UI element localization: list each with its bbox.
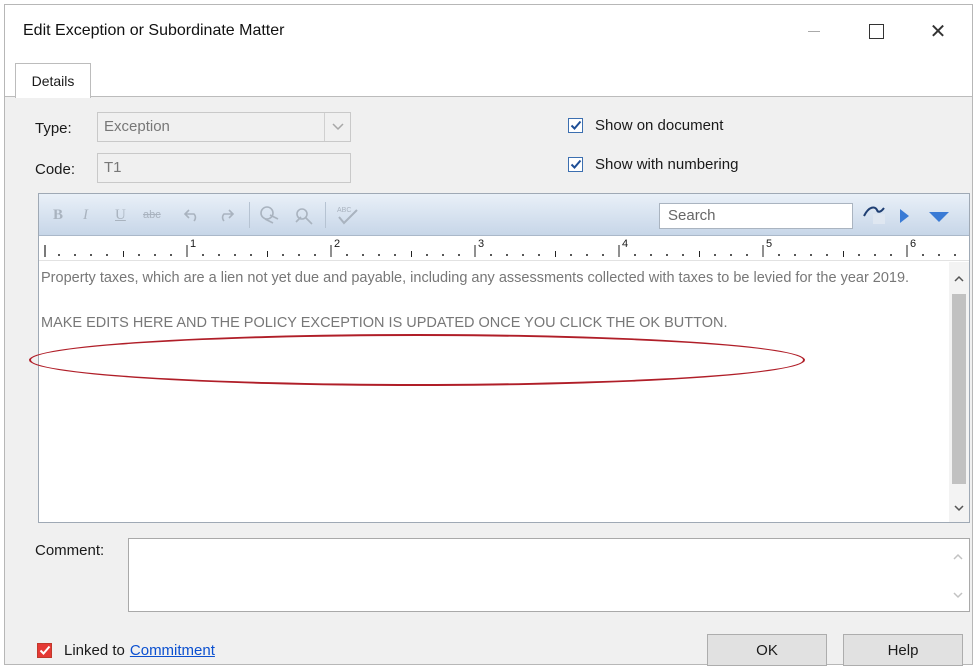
scroll-up-icon[interactable] — [949, 268, 969, 288]
undo-button[interactable] — [183, 204, 201, 226]
ruler-mark: 4 — [622, 238, 629, 250]
code-value: T1 — [104, 159, 122, 176]
checkbox-box[interactable] — [37, 643, 52, 658]
close-button[interactable]: ✕ — [915, 13, 961, 49]
type-label: Type: — [35, 120, 72, 137]
show-with-numbering-label: Show with numbering — [595, 156, 739, 173]
tab-strip: Details — [5, 57, 972, 98]
underline-button[interactable]: U — [115, 204, 126, 226]
chevron-down-icon — [324, 113, 350, 141]
search-options-button[interactable] — [861, 203, 887, 225]
checkmark-icon — [570, 120, 581, 130]
dialog-window: Edit Exception or Subordinate Matter ✕ D… — [4, 4, 973, 666]
editor-text-area[interactable]: Property taxes, which are a lien not yet… — [39, 262, 949, 522]
tab-details[interactable]: Details — [15, 63, 91, 98]
ruler-mark: 3 — [478, 238, 485, 250]
comment-field[interactable] — [128, 538, 970, 612]
unlink-icon — [295, 208, 313, 225]
strikethrough-button[interactable]: abc — [143, 204, 161, 226]
code-label: Code: — [35, 161, 76, 178]
ok-button[interactable]: OK — [707, 634, 827, 666]
checkmark-icon — [570, 159, 581, 169]
redo-button[interactable] — [217, 204, 235, 226]
scroll-down-icon[interactable] — [953, 586, 963, 603]
ruler-mark: 6 — [910, 238, 917, 250]
editor-vertical-scrollbar[interactable] — [949, 262, 969, 522]
link-icon — [260, 206, 279, 224]
bold-button[interactable]: B — [53, 204, 63, 226]
show-on-document-label: Show on document — [595, 117, 724, 134]
type-dropdown[interactable]: Exception — [97, 112, 351, 142]
code-field[interactable]: T1 — [97, 153, 351, 183]
ruler: 1 2 3 4 5 6 — [39, 237, 969, 261]
window-title: Edit Exception or Subordinate Matter — [23, 22, 285, 39]
insert-link-button[interactable] — [259, 204, 281, 226]
checkmark-icon — [39, 645, 50, 655]
minimize-icon — [808, 30, 820, 32]
help-button[interactable]: Help — [843, 634, 963, 666]
type-value: Exception — [104, 118, 170, 135]
checkbox-box[interactable] — [568, 118, 583, 133]
comment-label: Comment: — [35, 542, 105, 559]
toolbar-separator — [325, 202, 326, 228]
show-with-numbering-checkbox[interactable]: Show with numbering — [568, 156, 738, 173]
search-input[interactable]: Search — [659, 203, 853, 229]
spell-check-icon: ABC — [337, 207, 358, 225]
toolbar-separator — [249, 202, 250, 228]
linked-to-label: Linked to — [64, 642, 125, 659]
scroll-down-icon[interactable] — [949, 498, 969, 518]
ruler-mark: 2 — [334, 238, 341, 250]
show-on-document-checkbox[interactable]: Show on document — [568, 117, 723, 134]
editor-paragraph: Property taxes, which are a lien not yet… — [41, 270, 910, 286]
editor-paragraph: MAKE EDITS HERE AND THE POLICY EXCEPTION… — [41, 315, 728, 331]
maximize-icon — [868, 23, 884, 39]
remove-link-button[interactable] — [293, 204, 315, 226]
title-bar: Edit Exception or Subordinate Matter ✕ — [5, 5, 972, 57]
linked-to-checkbox[interactable]: Linked to Commitment — [37, 642, 215, 659]
close-icon: ✕ — [929, 20, 947, 43]
scrollbar-thumb[interactable] — [952, 294, 966, 484]
play-icon — [900, 209, 909, 223]
svg-text:ABC: ABC — [337, 207, 351, 214]
scroll-up-icon[interactable] — [953, 547, 963, 564]
checkbox-box[interactable] — [568, 157, 583, 172]
redo-icon — [221, 209, 235, 222]
rich-text-editor: B I U abc ABC Search 1 2 3 4 5 6 Propert… — [38, 193, 970, 523]
play-arrow-button[interactable] — [897, 205, 911, 227]
triangle-down-icon — [929, 212, 949, 222]
commitment-link[interactable]: Commitment — [130, 642, 215, 659]
undo-icon — [183, 209, 197, 222]
ruler-mark: 5 — [766, 238, 773, 250]
ruler-mark: 1 — [190, 238, 197, 250]
maximize-button[interactable] — [853, 13, 899, 49]
spell-check-button[interactable]: ABC — [335, 204, 361, 226]
italic-button[interactable]: I — [83, 204, 88, 226]
editor-toolbar: B I U abc ABC Search — [39, 194, 969, 236]
search-placeholder: Search — [668, 207, 716, 224]
tab-details-label: Details — [31, 73, 75, 89]
minimize-button[interactable] — [791, 13, 837, 49]
pen-icon — [863, 206, 885, 224]
dropdown-menu-button[interactable] — [927, 206, 951, 228]
ruler-ticks — [44, 245, 956, 257]
